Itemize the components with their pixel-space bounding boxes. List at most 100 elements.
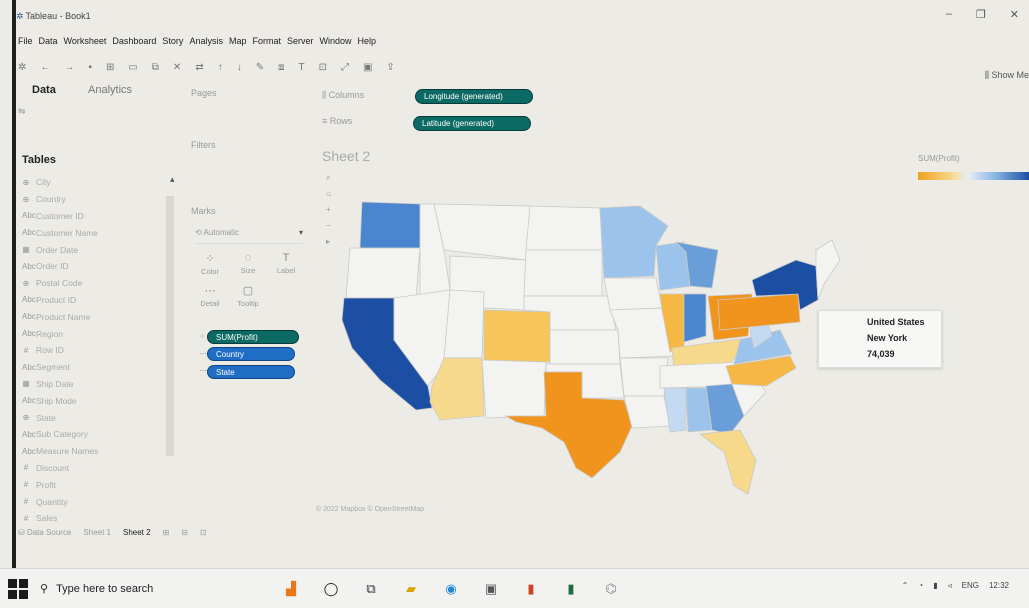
field-item[interactable]: ⊕ Country bbox=[22, 191, 178, 208]
tooltip-mark-button[interactable]: ▢ Tooltip bbox=[229, 284, 267, 308]
field-item[interactable]: Abc Order ID bbox=[22, 258, 178, 275]
field-item[interactable]: # Sales bbox=[22, 510, 178, 527]
field-item[interactable]: Abc Product ID bbox=[22, 292, 178, 309]
clear-sheet-icon[interactable]: ✕ bbox=[173, 62, 181, 73]
data-source-tab[interactable]: ⛁ Data Source bbox=[18, 528, 71, 537]
field-item[interactable]: ▦ Ship Date bbox=[22, 376, 178, 393]
menu-story[interactable]: Story bbox=[162, 36, 183, 46]
field-item[interactable]: ⊕ State bbox=[22, 409, 178, 426]
taskbar-search[interactable]: ⚲ Type here to search bbox=[40, 576, 240, 602]
app-icon[interactable]: ▣ bbox=[480, 578, 502, 600]
new-worksheet-icon[interactable]: ⊞ bbox=[163, 528, 170, 537]
fit-icon[interactable]: ⤢ bbox=[341, 62, 349, 73]
field-item[interactable]: ⊕ City bbox=[22, 174, 178, 191]
menu-help[interactable]: Help bbox=[358, 36, 377, 46]
powerpoint-icon[interactable]: ▮ bbox=[520, 578, 542, 600]
task-view-icon[interactable]: ⧉ bbox=[360, 578, 382, 600]
field-list-scrollbar[interactable] bbox=[166, 196, 174, 456]
pill-country[interactable]: Country bbox=[207, 347, 295, 361]
swap-icon[interactable]: ⇄ bbox=[195, 62, 203, 73]
minimize-button[interactable]: – bbox=[946, 8, 952, 21]
edge-browser-icon[interactable]: ◉ bbox=[440, 578, 462, 600]
chevron-up-icon[interactable]: ⌃ bbox=[902, 581, 909, 590]
excel-icon[interactable]: ▮ bbox=[560, 578, 582, 600]
menu-map[interactable]: Map bbox=[229, 36, 247, 46]
menu-dashboard[interactable]: Dashboard bbox=[112, 36, 156, 46]
tab-analytics[interactable]: Analytics bbox=[88, 84, 132, 96]
new-story-icon[interactable]: ⊡ bbox=[200, 528, 207, 537]
new-sheet-icon[interactable]: ▭ bbox=[128, 62, 137, 73]
field-item[interactable]: ⊕ Postal Code bbox=[22, 275, 178, 292]
field-item[interactable]: # Row ID bbox=[22, 342, 178, 359]
new-dashboard-icon[interactable]: ⊟ bbox=[181, 528, 188, 537]
clock[interactable]: 12:32 bbox=[989, 581, 1009, 590]
pill-longitude[interactable]: Longitude (generated) bbox=[415, 89, 533, 104]
language-indicator[interactable]: ENG bbox=[962, 581, 979, 590]
field-item[interactable]: ▦ Order Date bbox=[22, 241, 178, 258]
menu-window[interactable]: Window bbox=[320, 36, 352, 46]
field-item[interactable]: Abc Sub Category bbox=[22, 426, 178, 443]
us-profit-map[interactable] bbox=[320, 190, 841, 510]
labels-icon[interactable]: T bbox=[298, 62, 304, 73]
field-item[interactable]: Abc Ship Mode bbox=[22, 392, 178, 409]
color-mark-button[interactable]: ⁘ Color bbox=[191, 252, 229, 276]
field-item[interactable]: # Profit bbox=[22, 476, 178, 493]
save-icon[interactable]: ▪ bbox=[88, 62, 92, 73]
field-item[interactable]: Abc Measure Names bbox=[22, 443, 178, 460]
tableau-home-icon[interactable]: ✲ bbox=[18, 62, 26, 73]
datasource-icon[interactable]: ⇋ bbox=[18, 106, 26, 117]
close-button[interactable]: ✕ bbox=[1010, 8, 1019, 21]
filters-card[interactable]: Filters bbox=[191, 140, 216, 150]
pill-sum-profit[interactable]: SUM(Profit) bbox=[207, 330, 299, 344]
state-colorado bbox=[483, 309, 551, 363]
field-item[interactable]: Abc Customer ID bbox=[22, 208, 178, 225]
menu-server[interactable]: Server bbox=[287, 36, 314, 46]
windows-start-icon[interactable] bbox=[8, 578, 28, 599]
volume-icon[interactable]: ◃ bbox=[948, 581, 952, 590]
network-icon[interactable]: ◔ bbox=[918, 581, 923, 590]
presentation-icon[interactable]: ▣ bbox=[363, 62, 372, 73]
color-legend-bar[interactable] bbox=[918, 172, 1029, 180]
tab-sheet-1[interactable]: Sheet 1 bbox=[83, 528, 111, 537]
maximize-button[interactable]: ❐ bbox=[976, 8, 986, 21]
field-item[interactable]: Abc Product Name bbox=[22, 308, 178, 325]
data-pane: Data Analytics ⇋ Tables ▴ ⊕ City ⊕ Country A… bbox=[18, 80, 183, 540]
undo-icon[interactable]: ← bbox=[40, 62, 50, 73]
sort-desc-icon[interactable]: ↓ bbox=[237, 62, 242, 73]
show-me-button[interactable]: ⫼ Show Me bbox=[985, 70, 1029, 81]
menu-file[interactable]: File bbox=[18, 36, 33, 46]
sort-asc-icon[interactable]: ↑ bbox=[218, 62, 223, 73]
share-icon[interactable]: ⇪ bbox=[386, 62, 394, 73]
menu-format[interactable]: Format bbox=[252, 36, 281, 46]
fix-axes-icon[interactable]: ⊡ bbox=[319, 62, 327, 73]
pinned-app-icon[interactable]: ⌬ bbox=[600, 578, 622, 600]
add-datasource-icon[interactable]: ⊞ bbox=[106, 62, 114, 73]
battery-icon[interactable]: ▮ bbox=[933, 581, 937, 590]
field-type-icon: # bbox=[23, 480, 29, 490]
file-explorer-icon[interactable]: ▰ bbox=[400, 578, 422, 600]
mark-type-dropdown[interactable]: ⟲ Automatic ▾ bbox=[195, 228, 303, 244]
group-icon[interactable]: ⧈ bbox=[278, 62, 284, 73]
field-item[interactable]: # Discount bbox=[22, 460, 178, 477]
label-mark-button[interactable]: T Label bbox=[267, 252, 305, 276]
field-item[interactable]: # Quantity bbox=[22, 493, 178, 510]
menu-data[interactable]: Data bbox=[39, 36, 58, 46]
tab-data[interactable]: Data bbox=[32, 84, 56, 96]
size-mark-button[interactable]: ◌ Size bbox=[229, 252, 267, 276]
pill-state[interactable]: State bbox=[207, 365, 295, 379]
field-item[interactable]: Abc Segment bbox=[22, 359, 178, 376]
menu-worksheet[interactable]: Worksheet bbox=[64, 36, 107, 46]
detail-mark-button[interactable]: ⋯ Detail bbox=[191, 284, 229, 308]
highlight-icon[interactable]: ✎ bbox=[256, 62, 264, 73]
tableau-app-icon[interactable]: ▟ bbox=[280, 578, 302, 600]
redo-icon[interactable]: → bbox=[64, 62, 74, 73]
pill-latitude[interactable]: Latitude (generated) bbox=[413, 116, 531, 131]
field-item[interactable]: Abc Region bbox=[22, 325, 178, 342]
pages-card[interactable]: Pages bbox=[191, 88, 217, 98]
menu-analysis[interactable]: Analysis bbox=[189, 36, 223, 46]
cortana-icon[interactable]: ◯ bbox=[320, 578, 342, 600]
duplicate-icon[interactable]: ⧉ bbox=[152, 62, 159, 73]
field-item[interactable]: Abc Customer Name bbox=[22, 224, 178, 241]
tab-sheet-2[interactable]: Sheet 2 bbox=[123, 528, 151, 537]
field-type-icon: ▦ bbox=[22, 245, 30, 255]
